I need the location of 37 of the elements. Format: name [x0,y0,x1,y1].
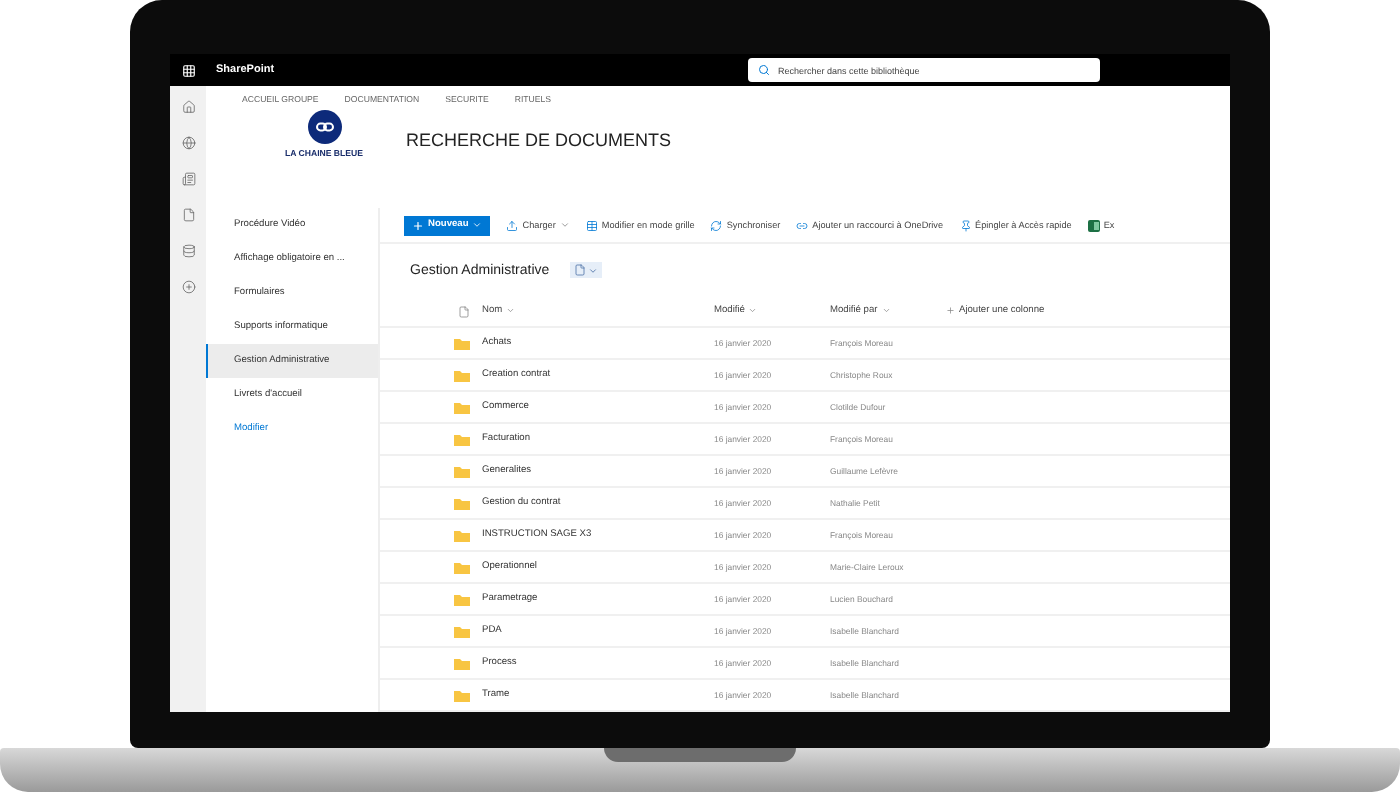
chevron-down-icon [748,306,758,316]
folder-icon [454,497,470,509]
library-icon [573,264,586,276]
search-icon [758,64,770,76]
news-icon[interactable] [181,172,195,186]
folder-icon [454,433,470,445]
plus-icon [412,219,424,231]
folder-icon [454,465,470,477]
globe-icon[interactable] [181,136,195,150]
file-type-icon [458,305,470,317]
create-icon[interactable] [181,280,195,294]
chevron-down-icon [587,265,598,275]
folder-icon [454,625,470,637]
chevron-down-icon [506,306,516,316]
site-logo [307,110,341,144]
view-switcher[interactable] [569,262,602,278]
folder-icon [454,337,470,349]
chevron-down-icon [472,220,483,230]
app-launcher-icon[interactable] [182,63,196,77]
command-icon [710,219,723,231]
command-icon [959,219,972,231]
command-icon [585,219,598,231]
folder-icon [454,369,470,381]
command-icon [796,219,809,231]
folder-icon [454,689,470,701]
spreadsheet-icon [1087,219,1100,231]
site-title: RECHERCHE DE DOCUMENTS [406,130,672,150]
folder-icon [454,657,470,669]
chevron-down-icon [559,220,570,230]
folder-icon [454,529,470,541]
folder-icon [454,401,470,413]
chevron-down-icon [881,306,891,316]
home-icon[interactable] [181,100,195,114]
folder-icon [454,593,470,605]
folder-icon [454,561,470,573]
file-icon[interactable] [181,208,195,222]
command-icon [506,219,519,231]
